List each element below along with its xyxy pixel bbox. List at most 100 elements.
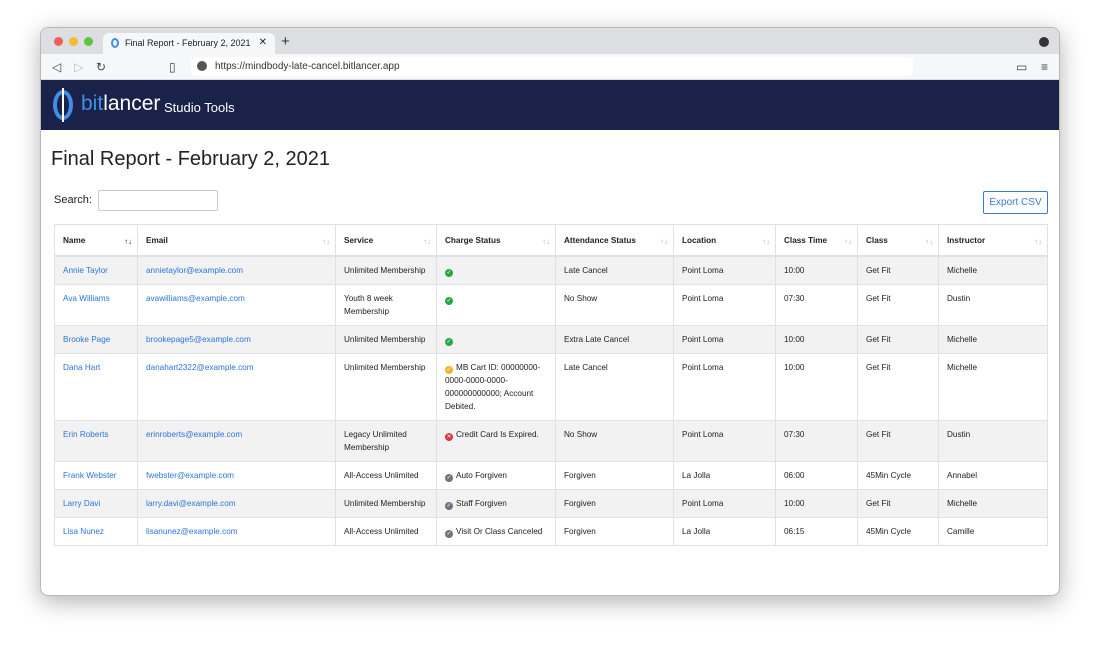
cell-charge: ✓ — [436, 324, 556, 354]
cell-instructor: Camille — [938, 516, 1048, 546]
attendance-text: Forgiven — [564, 498, 596, 508]
name-link[interactable]: Larry Davi — [63, 499, 100, 508]
forward-icon[interactable]: ▷ — [74, 60, 83, 74]
cell-time: 06:15 — [775, 516, 858, 546]
location-text: Point Loma — [682, 498, 724, 508]
close-tab-icon[interactable]: ✕ — [259, 37, 267, 48]
cell-name: Ava Williams — [54, 283, 138, 326]
name-link[interactable]: Erin Roberts — [63, 430, 109, 439]
email-link[interactable]: lisanunez@example.com — [146, 527, 238, 536]
column-header-charge-status[interactable]: Charge Status ↑↓ — [436, 224, 556, 257]
close-window-button[interactable] — [54, 37, 63, 46]
charge-status-text: Auto Forgiven — [456, 470, 507, 480]
sort-icon[interactable]: ↑↓ — [1034, 235, 1042, 248]
cell-service: Youth 8 week Membership — [335, 283, 437, 326]
cell-attendance: Forgiven — [555, 488, 674, 518]
cell-attendance: Late Cancel — [555, 255, 674, 285]
column-header-class[interactable]: Class ↑↓ — [857, 224, 939, 257]
table-row: Dana Hart danahart2322@example.com Unlimit… — [54, 352, 1048, 421]
column-label: Class Time — [784, 236, 828, 245]
column-header-class-time[interactable]: Class Time ↑↓ — [775, 224, 858, 257]
tab-bar: Final Report - February 2, 2021 ✕ + — [41, 28, 1059, 54]
cell-class: Get Fit — [857, 283, 939, 326]
email-link[interactable]: erinroberts@example.com — [146, 430, 242, 439]
sort-icon[interactable]: ↑↓ — [322, 235, 330, 248]
sort-icon[interactable]: ↑↓ — [124, 235, 132, 248]
browser-menu-icon[interactable] — [1039, 37, 1049, 47]
time-text: 10:00 — [784, 498, 805, 508]
email-link[interactable]: avawilliams@example.com — [146, 294, 245, 303]
charge-status-text: Credit Card Is Expired. — [456, 429, 539, 439]
sort-icon[interactable]: ↑↓ — [542, 235, 550, 248]
cell-attendance: No Show — [555, 419, 674, 462]
name-link[interactable]: Annie Taylor — [63, 266, 108, 275]
column-label: Name — [63, 236, 86, 245]
name-link[interactable]: Frank Webster — [63, 471, 117, 480]
browser-window: Final Report - February 2, 2021 ✕ + ◁ ▷ … — [40, 27, 1060, 596]
name-link[interactable]: Lisa Nunez — [63, 527, 104, 536]
class-text: Get Fit — [866, 429, 891, 439]
name-link[interactable]: Dana Hart — [63, 363, 100, 372]
menu-icon[interactable]: ≡ — [1041, 60, 1048, 74]
check-circle-icon: ✓ — [445, 337, 453, 346]
sort-icon[interactable]: ↑↓ — [660, 235, 668, 248]
column-header-attendance-status[interactable]: Attendance Status ↑↓ — [555, 224, 674, 257]
cell-name: Frank Webster — [54, 460, 138, 490]
cell-email: fwebster@example.com — [137, 460, 336, 490]
cell-instructor: Dustin — [938, 419, 1048, 462]
class-text: Get Fit — [866, 498, 891, 508]
brand-suffix: lancer — [103, 92, 161, 115]
instructor-text: Dustin — [947, 429, 971, 439]
bookmark-icon[interactable]: ▯ — [169, 60, 176, 74]
sort-icon[interactable]: ↑↓ — [423, 235, 431, 248]
cell-location: La Jolla — [673, 516, 776, 546]
email-link[interactable]: annietaylor@example.com — [146, 266, 243, 275]
class-text: Get Fit — [866, 293, 891, 303]
export-csv-button[interactable]: Export CSV — [983, 191, 1048, 214]
brand-logo[interactable]: bitlancer — [81, 92, 160, 116]
cell-service: Unlimited Membership — [335, 352, 437, 421]
cell-attendance: No Show — [555, 283, 674, 326]
back-icon[interactable]: ◁ — [52, 60, 61, 74]
cell-time: 07:30 — [775, 419, 858, 462]
reload-icon[interactable]: ↻ — [96, 60, 106, 74]
instructor-text: Michelle — [947, 334, 978, 344]
search-input[interactable] — [98, 190, 218, 211]
new-tab-icon[interactable]: + — [281, 33, 290, 50]
sort-icon[interactable]: ↑↓ — [762, 235, 770, 248]
location-text: La Jolla — [682, 470, 711, 480]
tab-title: Final Report - February 2, 2021 — [125, 38, 251, 48]
email-link[interactable]: brookepage5@example.com — [146, 335, 251, 344]
service-text: All-Access Unlimited — [344, 526, 419, 536]
class-text: Get Fit — [866, 265, 891, 275]
table-row: Lisa Nunez lisanunez@example.com All-Acces… — [54, 516, 1048, 546]
service-text: Youth 8 week Membership — [344, 293, 393, 316]
column-header-location[interactable]: Location ↑↓ — [673, 224, 776, 257]
attendance-text: Extra Late Cancel — [564, 334, 630, 344]
sort-icon[interactable]: ↑↓ — [844, 235, 852, 248]
cell-attendance: Forgiven — [555, 460, 674, 490]
browser-tab[interactable]: Final Report - February 2, 2021 ✕ — [103, 33, 275, 54]
cell-charge: ✓ — [436, 255, 556, 285]
minimize-window-button[interactable] — [69, 37, 78, 46]
email-link[interactable]: fwebster@example.com — [146, 471, 234, 480]
location-text: Point Loma — [682, 429, 724, 439]
column-header-service[interactable]: Service ↑↓ — [335, 224, 437, 257]
email-link[interactable]: larry.davi@example.com — [146, 499, 236, 508]
cell-instructor: Michelle — [938, 324, 1048, 354]
column-label: Charge Status — [445, 236, 501, 245]
location-text: Point Loma — [682, 334, 724, 344]
page-title: Final Report - February 2, 2021 — [51, 148, 331, 170]
cell-location: Point Loma — [673, 283, 776, 326]
table-row: Larry Davi larry.davi@example.com Unlimite… — [54, 488, 1048, 518]
sort-icon[interactable]: ↑↓ — [925, 235, 933, 248]
name-link[interactable]: Ava Williams — [63, 294, 110, 303]
name-link[interactable]: Brooke Page — [63, 335, 110, 344]
maximize-window-button[interactable] — [84, 37, 93, 46]
column-header-email[interactable]: Email ↑↓ — [137, 224, 336, 257]
url-field[interactable]: https://mindbody-late-cancel.bitlancer.a… — [191, 57, 913, 76]
column-header-instructor[interactable]: Instructor ↑↓ — [938, 224, 1048, 257]
column-header-name[interactable]: Name ↑↓ — [54, 224, 138, 257]
email-link[interactable]: danahart2322@example.com — [146, 363, 254, 372]
wallet-icon[interactable]: ▭ — [1016, 60, 1027, 74]
